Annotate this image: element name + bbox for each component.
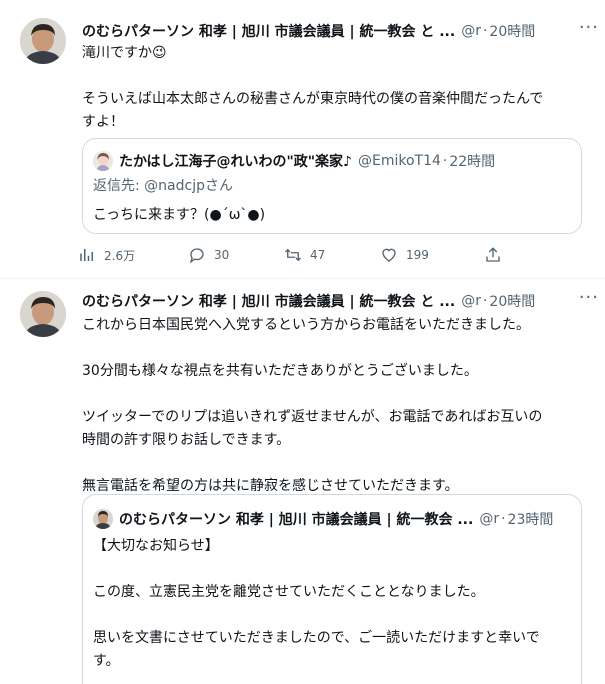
quoted-author-name: のむらパターソン 和孝 | 旭川 市議会議員 | 統一教会 ... — [119, 512, 474, 528]
tweet-text-line: 滝川ですか😉 — [82, 45, 167, 61]
like-button[interactable]: 199 — [380, 246, 429, 264]
retweet-icon — [285, 248, 301, 262]
reply-icon — [189, 248, 204, 264]
quoted-text-line: す。 — [93, 653, 120, 669]
quoted-text-line: この度、立憲民主党を離党させていただくこととなりました。 — [93, 584, 485, 600]
separator-dot: · — [482, 23, 488, 39]
tweet-text-line: そういえば山本太郎さんの秘書さんが東京時代の僕の音楽仲間だったんで — [82, 91, 544, 107]
tweet-text: これから日本国民党へ入党するという方からお電話をいただきました。 30分間も様々… — [82, 314, 597, 498]
tweet-text-line: 30分間も様々な視点を共有いただきありがとうございました。 — [82, 363, 478, 379]
author-avatar[interactable] — [20, 18, 66, 64]
quoted-text: 【大切なお知らせ】 この度、立憲民主党を離党させていただくこととなりました。 思… — [93, 535, 571, 673]
quoted-tweet[interactable]: たかはし江海子@れいわの"政"楽家♪ @EmikoT14 · 22時間 返信先:… — [82, 138, 582, 234]
reply-count: 30 — [214, 248, 230, 262]
views-icon — [80, 249, 93, 261]
retweet-button[interactable]: 47 — [284, 246, 325, 264]
quoted-text-line: こっちに来ます？(●´ω`●) — [93, 207, 266, 223]
views-button[interactable]: 2.6万 — [78, 246, 135, 264]
share-button[interactable] — [484, 246, 510, 264]
quoted-text-line: 【大切なお知らせ】 — [93, 538, 219, 554]
quoted-text-line: 思いを文書にさせていただきましたので、ご一読いただけますと幸いで — [93, 630, 540, 646]
reply-to-label: 返信先: @nadcjpさん — [93, 178, 233, 194]
quoted-timestamp: 23時間 — [507, 512, 554, 528]
separator-dot: · — [442, 153, 448, 169]
quoted-author-avatar — [93, 509, 113, 529]
tweet-text-line: ツイッターでのリプは追いきれず返せませんが、お電話であればお互いの — [82, 409, 543, 425]
quoted-author-name: たかはし江海子@れいわの"政"楽家♪ — [119, 154, 352, 170]
tweet-text-line: すよ！ — [82, 114, 124, 130]
tweet-text-line: 時間の許す限りお話しできます。 — [82, 432, 291, 448]
tweet[interactable]: のむらパターソン 和孝 | 旭川 市議会議員 | 統一教会 と ... @r ·… — [0, 279, 605, 684]
separator-dot: · — [482, 293, 488, 309]
tweet[interactable]: のむらパターソン 和孝 | 旭川 市議会議員 | 統一教会 と ... @r ·… — [0, 0, 605, 278]
more-options-icon[interactable]: ··· — [579, 17, 599, 38]
quoted-timestamp: 22時間 — [449, 154, 496, 170]
heart-icon — [382, 248, 396, 262]
quoted-author-handle: @r — [479, 511, 500, 527]
share-icon — [486, 247, 500, 262]
more-options-icon[interactable]: ··· — [579, 287, 599, 308]
quoted-tweet[interactable]: のむらパターソン 和孝 | 旭川 市議会議員 | 統一教会 ... @r · 2… — [82, 494, 582, 684]
tweet-timestamp[interactable]: 20時間 — [489, 21, 535, 41]
author-handle[interactable]: @r — [461, 23, 481, 39]
tweet-text: 滝川ですか😉 そういえば山本太郎さんの秘書さんが東京時代の僕の音楽仲間だったんで… — [82, 42, 597, 134]
tweet-timestamp[interactable]: 20時間 — [489, 291, 535, 311]
like-count: 199 — [406, 248, 429, 262]
views-count: 2.6万 — [104, 248, 136, 263]
quoted-text: 返信先: @nadcjpさん こっちに来ます？(●´ω`●) — [93, 175, 571, 227]
reply-button[interactable]: 30 — [188, 246, 229, 264]
tweet-actions: 2.6万 30 47 199 — [78, 246, 518, 270]
author-name[interactable]: のむらパターソン 和孝 | 旭川 市議会議員 | 統一教会 と ... — [82, 291, 455, 311]
tweet-text-line: これから日本国民党へ入党するという方からお電話をいただきました。 — [82, 317, 530, 333]
author-handle[interactable]: @r — [461, 293, 481, 309]
quoted-author-avatar — [93, 151, 113, 171]
retweet-count: 47 — [310, 248, 326, 262]
author-name[interactable]: のむらパターソン 和孝 | 旭川 市議会議員 | 統一教会 と ... — [82, 21, 455, 41]
quoted-author-handle: @EmikoT14 — [357, 153, 441, 169]
separator-dot: · — [501, 511, 506, 527]
author-avatar[interactable] — [20, 291, 66, 337]
